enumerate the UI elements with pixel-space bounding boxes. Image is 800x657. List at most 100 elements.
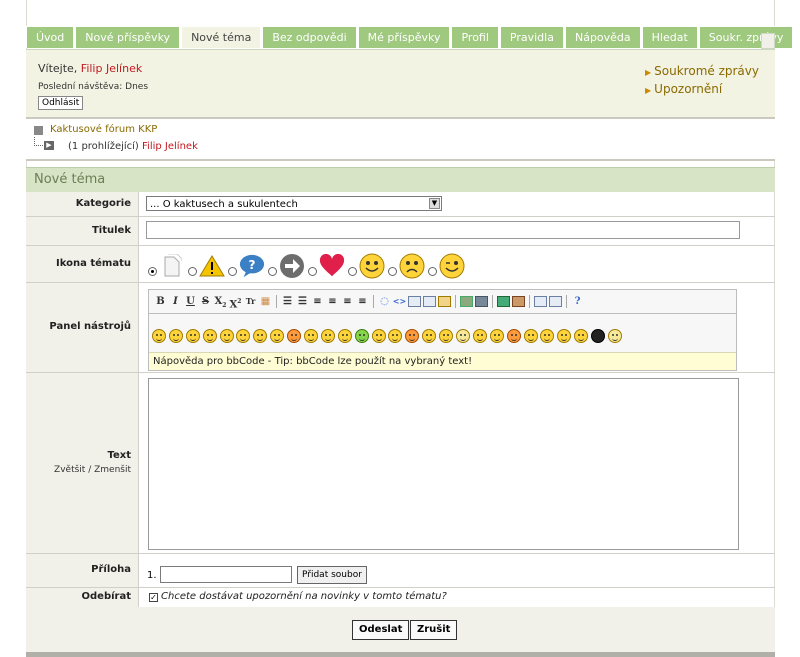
smiley-happy-icon[interactable] <box>219 329 234 343</box>
shrink-link[interactable]: Zmenšit <box>94 465 131 475</box>
add-file-button[interactable]: Přidat soubor <box>297 566 367 584</box>
smiley-shock-icon[interactable] <box>422 329 437 343</box>
smiley-confused-icon[interactable] <box>168 329 183 343</box>
tab-my-posts[interactable]: Mé příspěvky <box>357 26 451 48</box>
italic-icon[interactable]: I <box>168 294 183 309</box>
media-icon[interactable] <box>475 296 488 307</box>
subscript-icon[interactable]: X2 <box>213 294 228 309</box>
smiley-twisted-icon[interactable] <box>540 329 555 343</box>
align-left-icon[interactable]: ≡ <box>310 294 325 309</box>
radio-warning[interactable] <box>188 267 197 276</box>
collapse-toggle-icon[interactable] <box>761 33 775 49</box>
arrow-right-icon <box>279 252 305 280</box>
smiley-sick-icon[interactable] <box>354 329 369 343</box>
tab-private-messages[interactable]: Soukr. zprávy <box>698 26 794 48</box>
bbcode-toolbar: B I U S X2 X2 Tr ▦ ☰ ☰ ≡ ≡ ≡ ≡ ◌ <> ? Ná… <box>148 289 737 371</box>
superscript-icon[interactable]: X2 <box>228 294 243 310</box>
toolbar-separator <box>455 295 456 308</box>
subscribe-checkbox[interactable]: ✓ <box>149 593 158 602</box>
category-field-cell: ... O kaktusech a sukulentech ▼ <box>140 192 775 216</box>
username-link[interactable]: Filip Jelínek <box>81 62 142 75</box>
smiley-laugh-icon[interactable] <box>337 329 352 343</box>
smiley-rolleyes-icon[interactable] <box>320 329 335 343</box>
breadcrumb: Kaktusové fórum KKP ▶ (1 prohlížející) F… <box>26 119 775 161</box>
tab-rules[interactable]: Pravidla <box>499 26 564 48</box>
enlarge-link[interactable]: Zvětšit <box>54 465 85 475</box>
smiley-cool-icon[interactable] <box>152 329 166 343</box>
private-messages-link[interactable]: ▶ Soukromé zprávy <box>645 63 759 81</box>
smiley-neutral-icon[interactable] <box>472 329 487 343</box>
list-icon[interactable]: ☰ <box>280 294 295 309</box>
justify-icon[interactable]: ≡ <box>355 294 370 309</box>
smiley-kiss-icon[interactable] <box>506 329 521 343</box>
radio-no-icon[interactable] <box>148 267 157 276</box>
align-center-icon[interactable]: ≡ <box>325 294 340 309</box>
radio-wink[interactable] <box>428 267 437 276</box>
notifications-link[interactable]: ▶ Upozornění <box>645 81 759 99</box>
arrow-icon: ▶ <box>645 86 652 95</box>
font-icon[interactable]: Tr <box>243 294 258 309</box>
table-icon[interactable] <box>408 296 421 307</box>
flash-icon[interactable] <box>512 296 525 307</box>
idea-icon[interactable] <box>608 329 623 343</box>
chevron-down-icon[interactable]: ▼ <box>429 198 440 209</box>
subject-input[interactable] <box>146 221 740 239</box>
smiley-surprised-icon[interactable] <box>202 329 217 343</box>
row-category: Kategorie ... O kaktusech a sukulentech … <box>26 192 775 217</box>
logout-button[interactable]: Odhlásit <box>38 96 84 110</box>
arrow-icon[interactable] <box>591 329 606 343</box>
color-icon[interactable]: ▦ <box>258 294 273 309</box>
radio-arrow[interactable] <box>268 267 277 276</box>
radio-sad[interactable] <box>388 267 397 276</box>
columns-icon[interactable] <box>549 296 562 307</box>
tab-new-posts[interactable]: Nové příspěvky <box>75 26 181 48</box>
smiley-angry-icon[interactable] <box>287 329 302 343</box>
cancel-button[interactable]: Zrušit <box>410 620 458 640</box>
code-icon[interactable]: <> <box>392 294 407 309</box>
align-right-icon[interactable]: ≡ <box>340 294 355 309</box>
tab-new-topic[interactable]: Nové téma <box>181 26 262 48</box>
tab-unanswered[interactable]: Bez odpovědi <box>262 26 357 48</box>
strikethrough-icon[interactable]: S <box>198 294 213 309</box>
tab-search[interactable]: Hledat <box>641 26 698 48</box>
film-icon[interactable] <box>497 296 510 307</box>
smiley-mad-icon[interactable] <box>439 329 454 343</box>
user-icon[interactable] <box>438 296 451 307</box>
smiley-dizzy-icon[interactable] <box>489 329 504 343</box>
smiley-cry-icon[interactable] <box>388 329 403 343</box>
viewer-name[interactable]: Filip Jelínek <box>142 141 198 152</box>
quote-icon[interactable]: ◌ <box>377 294 392 309</box>
tab-help[interactable]: Nápověda <box>564 26 641 48</box>
image-icon[interactable] <box>460 296 473 307</box>
exclamation-icon[interactable] <box>574 329 589 343</box>
smiley-grin-icon[interactable] <box>270 329 285 343</box>
underline-icon[interactable]: U <box>183 294 198 309</box>
tab-profile[interactable]: Profil <box>451 26 499 48</box>
radio-question[interactable] <box>228 267 237 276</box>
question-icon[interactable] <box>557 329 572 343</box>
smiley-tongue-icon[interactable] <box>236 329 251 343</box>
forum-container: Úvod Nové příspěvky Nové téma Bez odpově… <box>26 0 794 657</box>
form-actions: Odeslat Zrušit <box>26 607 775 653</box>
smiley-wink-icon[interactable] <box>253 329 268 343</box>
radio-happy[interactable] <box>348 267 357 276</box>
hr-icon[interactable] <box>534 296 547 307</box>
smiley-smile-icon[interactable] <box>185 329 200 343</box>
link-icon[interactable] <box>423 296 436 307</box>
help-icon[interactable]: ? <box>570 294 585 309</box>
bold-icon[interactable]: B <box>153 294 168 309</box>
breadcrumb-forum-link[interactable]: Kaktusové fórum KKP <box>50 124 157 135</box>
smiley-sad-icon[interactable] <box>371 329 386 343</box>
ordered-list-icon[interactable]: ☰ <box>295 294 310 309</box>
tab-uvod[interactable]: Úvod <box>26 26 75 48</box>
smiley-eek-icon[interactable] <box>304 329 319 343</box>
smiley-blush-icon[interactable] <box>405 329 420 343</box>
message-textarea[interactable] <box>148 378 739 550</box>
submit-button[interactable]: Odeslat <box>352 620 410 640</box>
smiley-evil-icon[interactable] <box>523 329 538 343</box>
heart-icon <box>319 252 345 280</box>
smiley-crazy-icon[interactable] <box>456 329 471 343</box>
category-select[interactable]: ... O kaktusech a sukulentech ▼ <box>146 196 442 211</box>
attachment-file-input[interactable] <box>160 566 292 583</box>
radio-heart[interactable] <box>308 267 317 276</box>
